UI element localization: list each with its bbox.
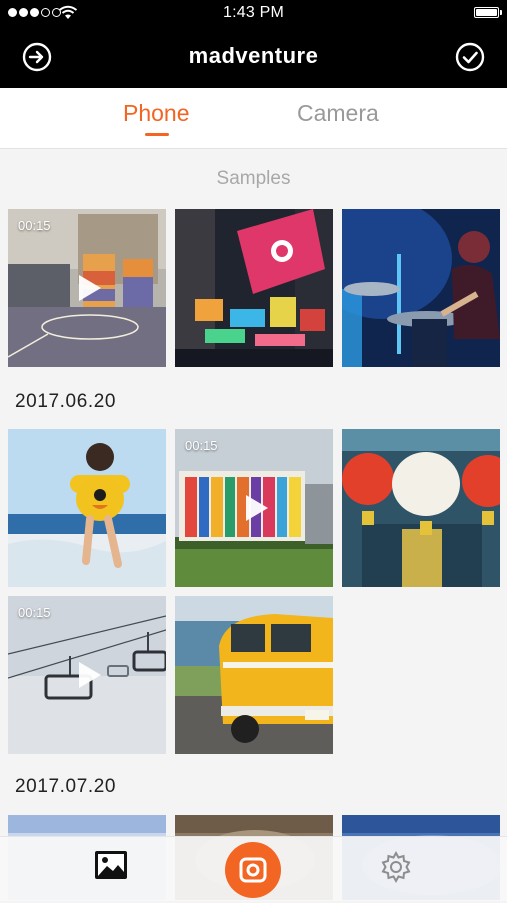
video-duration: 00:15 — [18, 605, 51, 620]
tab-phone[interactable]: Phone — [123, 100, 190, 127]
status-bar: 1:43 PM — [0, 0, 507, 26]
media-thumbnail[interactable] — [175, 209, 333, 367]
check-circle-icon[interactable] — [454, 41, 486, 73]
media-thumbnail[interactable] — [342, 209, 500, 367]
bottom-tab-bar — [0, 836, 507, 901]
media-thumbnail[interactable]: 00:15 — [8, 596, 166, 754]
play-icon — [79, 662, 101, 688]
section-title-date: 2017.06.20 — [15, 391, 117, 412]
media-thumbnail[interactable] — [8, 429, 166, 587]
status-time: 1:43 PM — [223, 4, 284, 21]
tab-camera[interactable]: Camera — [297, 100, 379, 127]
section-title-samples: Samples — [216, 168, 291, 189]
camera-capture-button[interactable] — [225, 842, 281, 898]
section-title-date: 2017.07.20 — [15, 776, 117, 797]
media-thumbnail[interactable] — [342, 429, 500, 587]
play-icon — [79, 275, 101, 301]
active-tab-indicator — [145, 133, 169, 136]
play-icon — [246, 495, 268, 521]
app-title: madventure — [188, 43, 319, 68]
nav-bar: madventure — [0, 26, 507, 88]
gallery-icon[interactable] — [94, 850, 128, 880]
source-tabs: Phone Camera — [0, 88, 507, 149]
video-duration: 00:15 — [18, 218, 51, 233]
media-thumbnail[interactable]: 00:15 — [8, 209, 166, 367]
gear-icon[interactable] — [379, 850, 413, 884]
camera-capture-icon — [239, 857, 267, 883]
media-thumbnail[interactable]: 00:15 — [175, 429, 333, 587]
video-duration: 00:15 — [185, 438, 218, 453]
media-thumbnail[interactable] — [175, 596, 333, 754]
battery-icon — [474, 7, 502, 18]
